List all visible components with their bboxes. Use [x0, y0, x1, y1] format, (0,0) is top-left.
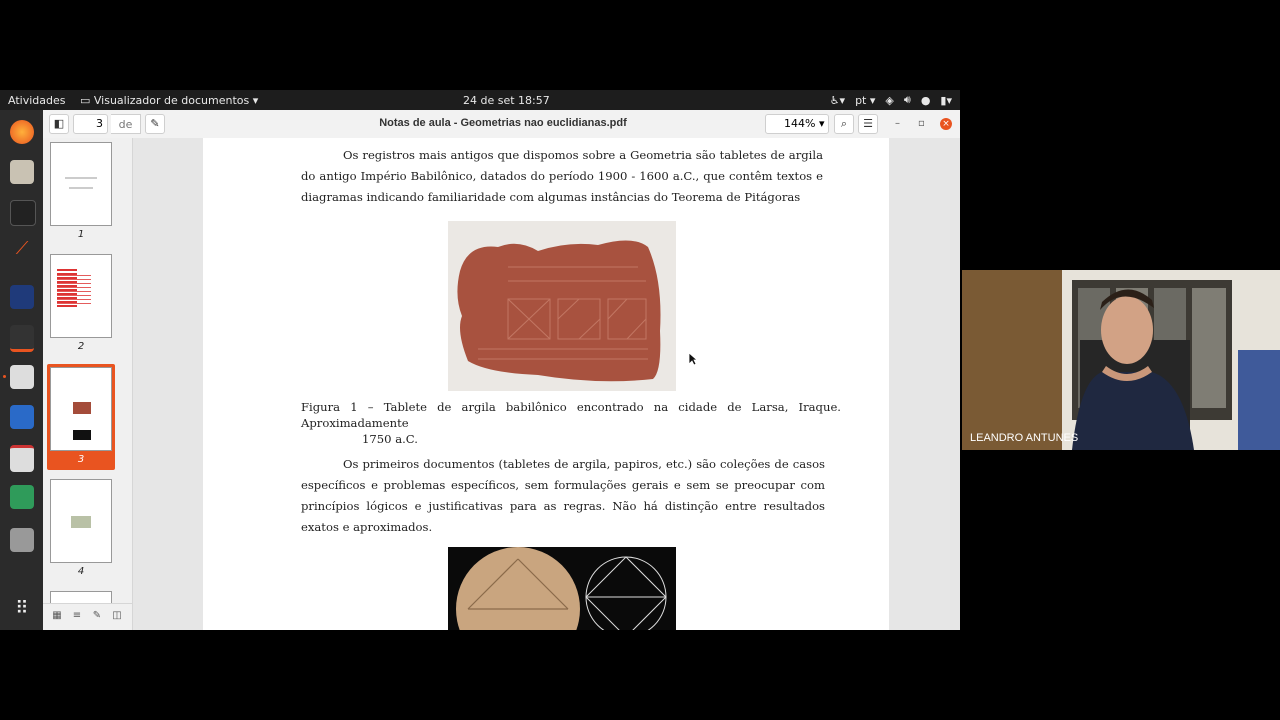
dock: ⟋ ⠿ [0, 110, 43, 630]
search-icon: ⌕ [840, 117, 848, 130]
pencil-icon: ✎ [150, 117, 160, 130]
drive-icon[interactable] [10, 528, 34, 552]
paragraph: Os primeiros documentos (tabletes de arg… [301, 457, 825, 534]
header-bar: ◧ 3 de 27 ✎ Notas de aula - Geometrias n… [43, 110, 960, 151]
mouse-cursor-icon [688, 352, 698, 366]
thumbnail-label: 1 [77, 229, 85, 240]
audio-icon[interactable] [10, 325, 34, 352]
annotations-view-icon[interactable]: ✎ [91, 610, 103, 622]
battery-icon: ▮▾ [940, 93, 952, 107]
clock[interactable]: 24 de set 18:57 [463, 94, 550, 107]
close-icon: × [942, 119, 950, 129]
thumbnail-sidebar: 1 2 3 4 ▦ ≡ ✎ ◫ [43, 138, 133, 630]
page-thumbnail-3[interactable] [50, 367, 112, 451]
language-indicator[interactable]: pt ▾ [855, 94, 875, 107]
document-icon: ▭ [80, 94, 94, 107]
thumbnail-label: 3 [77, 454, 85, 465]
language-label: pt [855, 93, 867, 107]
zoom-value: 144% [784, 117, 816, 130]
top-bar: Atividades ▭ Visualizador de documentos … [0, 90, 960, 110]
thumbnail-label: 2 [77, 341, 85, 352]
pdf-page: Os registros mais antigos que dispomos s… [203, 138, 889, 630]
participant-name: LEANDRO ANTUNES [970, 432, 1079, 444]
thumbnails-view-icon[interactable]: ▦ [51, 610, 63, 622]
accessibility-icon[interactable]: ♿▾ [830, 94, 845, 107]
sidebar-icon: ◧ [53, 117, 65, 130]
page-thumbnail-2[interactable] [50, 254, 112, 338]
apps-grid-icon[interactable]: ⠿ [10, 598, 34, 622]
ybc-tablet-image [456, 547, 667, 630]
page-thumbnail-1[interactable] [50, 142, 112, 226]
participant-video-frame [962, 270, 1280, 450]
activities-button[interactable]: Atividades [8, 94, 65, 107]
figure-caption-line: 1750 a.C. [362, 432, 418, 446]
sidebar-toggle-button[interactable]: ◧ [49, 114, 69, 134]
system-tray[interactable]: ♿▾ pt ▾ ◈ 🔊︎ ● ▮▾ [830, 93, 952, 107]
zoom-selector[interactable]: 144% ▾ [765, 114, 829, 134]
tex-icon[interactable] [10, 285, 34, 309]
chevron-down-icon: ▾ [818, 117, 825, 130]
annotate-button[interactable]: ✎ [145, 114, 165, 134]
network-icon: ◈ [885, 93, 894, 107]
maximize-button[interactable]: ▫ [918, 118, 925, 129]
files-icon[interactable] [10, 160, 34, 184]
font-viewer-icon[interactable] [10, 445, 34, 472]
meet-icon[interactable] [10, 485, 34, 509]
document-view[interactable]: Os registros mais antigos que dispomos s… [133, 138, 960, 630]
figure-caption: Figura 1 – Tablete de argila babilônico … [301, 399, 841, 447]
hamburger-icon: ☰ [863, 117, 873, 130]
firefox-icon[interactable] [10, 120, 34, 144]
page-number-input[interactable]: 3 [73, 114, 108, 134]
figure-caption-line: Figura 1 – Tablete de argila babilônico … [301, 400, 841, 430]
chevron-down-icon: ▾ [249, 94, 259, 107]
page-total: de 27 [111, 114, 141, 151]
layers-view-icon[interactable]: ◫ [111, 610, 123, 622]
close-button[interactable]: × [940, 118, 952, 130]
window-title: Notas de aula - Geometrias nao euclidian… [379, 117, 627, 129]
outline-view-icon[interactable]: ≡ [71, 610, 83, 622]
document-viewer-icon[interactable] [10, 365, 34, 389]
pen-icon[interactable]: ⟋ [10, 238, 34, 262]
menu-button[interactable]: ☰ [858, 114, 878, 134]
active-indicator [3, 375, 6, 378]
sidebar-footer: ▦ ≡ ✎ ◫ [43, 603, 132, 630]
search-button[interactable]: ⌕ [834, 114, 854, 134]
paragraph: Os registros mais antigos que dispomos s… [301, 148, 823, 204]
app-menu-label: Visualizador de documentos [93, 94, 250, 107]
minimize-button[interactable]: – [895, 118, 900, 129]
figure-babylonian-tablet [448, 221, 676, 391]
microphone-icon: ● [920, 93, 931, 107]
clay-tablet-image [457, 240, 661, 382]
figure-ybc-tablet [448, 547, 676, 630]
writer-icon[interactable] [10, 405, 34, 429]
page-thumbnail-4[interactable] [50, 479, 112, 563]
terminal-icon[interactable] [10, 200, 36, 226]
app-menu[interactable]: ▭ Visualizador de documentos ▾ [80, 94, 258, 107]
webcam-video[interactable]: LEANDRO ANTUNES [962, 270, 1280, 450]
thumbnail-label: 4 [77, 566, 85, 577]
volume-icon: 🔊︎ [903, 93, 911, 106]
